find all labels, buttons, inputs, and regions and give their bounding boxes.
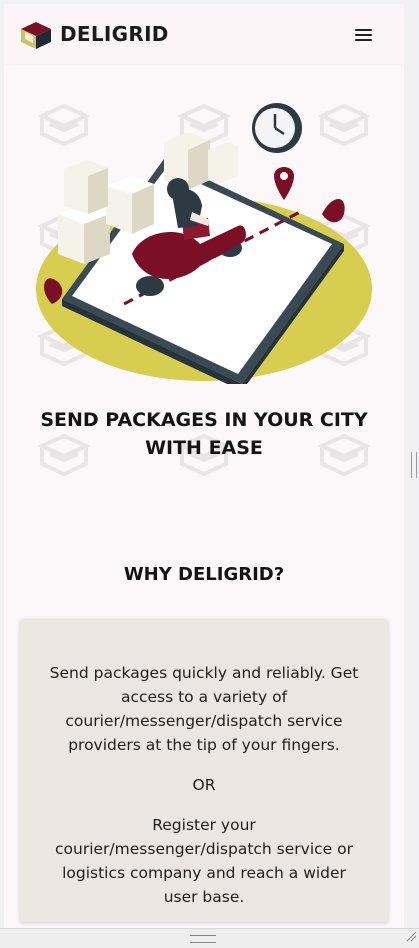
delivery-scooter-on-phone-illustration — [36, 103, 372, 384]
page: DELIGRID SEND PACKAGES IN YOUR CITY WITH… — [4, 4, 404, 928]
hero-title: SEND PACKAGES IN YOUR CITY WITH EASE — [40, 409, 368, 459]
why-deligrid-card: Send packages quickly and reliably. Get … — [20, 619, 388, 922]
bottom-resize-bar[interactable] — [0, 928, 419, 948]
vertical-resize-handle[interactable] — [411, 452, 417, 478]
brand-name[interactable]: DELIGRID — [60, 20, 169, 48]
hamburger-menu-icon[interactable] — [350, 24, 378, 46]
card-separator-or: OR — [192, 776, 216, 794]
why-deligrid-heading: WHY DELIGRID? — [123, 564, 285, 585]
deligrid-box-logo-icon[interactable] — [19, 20, 53, 50]
resize-corner-icon[interactable] — [405, 930, 417, 942]
grip-icon[interactable] — [190, 935, 216, 943]
card-paragraph-register: Register your courier/messenger/dispatch… — [55, 816, 353, 906]
top-navbar: DELIGRID — [4, 4, 404, 64]
card-paragraph-send: Send packages quickly and reliably. Get … — [49, 664, 359, 754]
